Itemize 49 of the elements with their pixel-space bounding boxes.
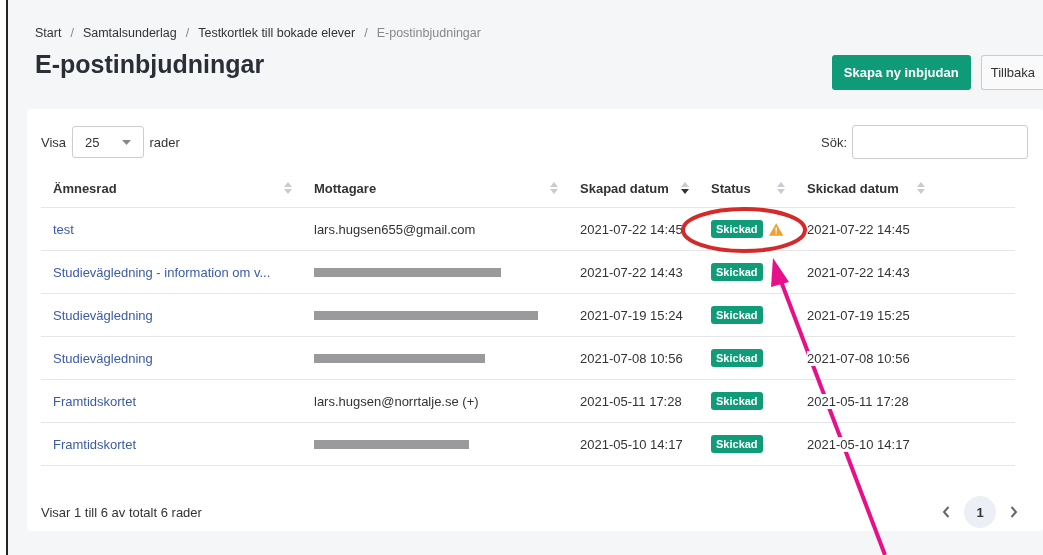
subject-link[interactable]: test (53, 221, 74, 237)
table-info: Visar 1 till 6 av totalt 6 rader (41, 504, 202, 520)
status-badge: Skickad (711, 435, 763, 453)
search-field[interactable] (852, 125, 1028, 159)
subject-link[interactable]: Studievägledning - information om v... (53, 264, 271, 280)
rows-label: rader (149, 134, 180, 150)
search-label: Sök: (821, 134, 847, 150)
back-button[interactable]: Tillbaka (980, 55, 1043, 90)
column-header[interactable]: Skapad datum (580, 180, 669, 196)
breadcrumb-separator: / (185, 26, 190, 40)
status-badge: Skickad (711, 392, 763, 410)
sent-date: 2021-05-11 17:28 (807, 393, 909, 409)
subject-link[interactable]: Framtidskortet (53, 436, 137, 452)
column-header[interactable]: Mottagare (314, 180, 377, 196)
next-page-icon[interactable] (1010, 506, 1018, 518)
page-button[interactable]: 1 (964, 496, 996, 528)
created-date: 2021-07-08 10:56 (580, 350, 683, 366)
column-header[interactable]: Skickad datum (807, 180, 899, 196)
subject-link[interactable]: Studievägledning (53, 307, 153, 323)
created-date: 2021-07-22 14:43 (580, 264, 683, 280)
status-badge: Skickad (711, 263, 763, 281)
show-label: Visa (41, 134, 67, 150)
created-date: 2021-05-11 17:28 (580, 393, 682, 409)
page-title: E-postinbjudningar (35, 50, 266, 79)
current-page-label: E-postinbjudningar (376, 26, 481, 40)
caret-icon (121, 139, 131, 145)
column-header[interactable]: Status (711, 180, 751, 196)
breadcrumb-link[interactable]: Samtalsunderlag (82, 26, 177, 40)
status-badge: Skickad (711, 349, 763, 367)
breadcrumb-separator: / (364, 26, 368, 40)
subject-link[interactable]: Framtidskortet (53, 393, 137, 409)
column-header[interactable]: Ämnesrad (53, 180, 117, 196)
created-date: 2021-07-19 15:24 (580, 307, 683, 323)
breadcrumb-link[interactable]: Testkortlek till bokade elever (198, 26, 356, 40)
created-date: 2021-07-22 14:45 (580, 221, 683, 237)
sent-date: 2021-05-10 14:17 (807, 436, 910, 452)
sort-icon[interactable] (681, 182, 689, 194)
breadcrumb-link[interactable]: Start (35, 26, 62, 40)
subject-link[interactable]: Studievägledning (53, 350, 153, 366)
sent-date: 2021-07-08 10:56 (807, 350, 910, 366)
rows-select[interactable]: 25 (72, 126, 144, 158)
create-button[interactable]: Skapa ny inbjudan (831, 55, 971, 90)
status-badge: Skickad (711, 220, 763, 238)
breadcrumb-separator: / (70, 26, 74, 40)
recipient-email: lars.hugsen@norrtalje.se (+) (314, 393, 479, 409)
status-badge: Skickad (711, 306, 763, 324)
created-date: 2021-05-10 14:17 (580, 436, 683, 452)
previous-page-icon[interactable] (942, 506, 950, 518)
recipient-email: lars.hugsen655@gmail.com (314, 221, 476, 237)
